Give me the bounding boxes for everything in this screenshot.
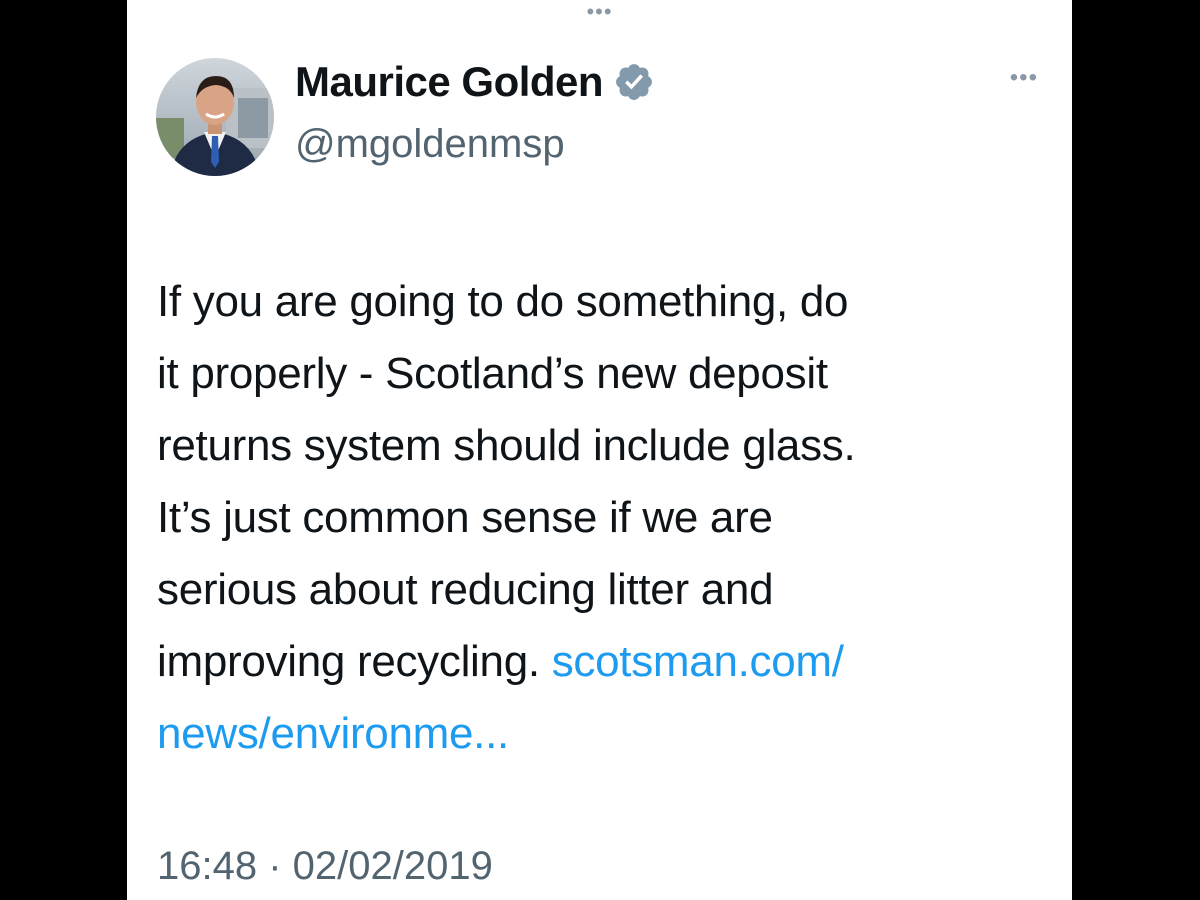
- author-handle[interactable]: @mgoldenmsp: [295, 118, 565, 170]
- tweet-line: improving recycling. scotsman.com/: [157, 626, 1047, 698]
- tweet-card: ••• Maurice Golden @mgoldenmsp ••• If yo…: [127, 0, 1072, 900]
- article-link[interactable]: scotsman.com/: [552, 637, 844, 686]
- tweet-line: it properly - Scotland’s new deposit: [157, 349, 828, 398]
- article-link-continued[interactable]: news/environme...: [157, 709, 509, 758]
- verified-badge-icon: [613, 61, 655, 103]
- tweet-line: It’s just common sense if we are: [157, 493, 773, 542]
- top-dots-icon: •••: [586, 0, 613, 24]
- author-display-name[interactable]: Maurice Golden: [295, 54, 604, 110]
- tweet-line: serious about reducing litter and: [157, 565, 774, 614]
- tweet-line: news/environme...: [157, 698, 1047, 770]
- author-name-row[interactable]: Maurice Golden: [295, 52, 655, 112]
- tweet-line: If you are going to do something, do: [157, 277, 849, 326]
- tweet-timestamp[interactable]: 16:48 · 02/02/2019: [157, 838, 493, 894]
- tweet-line: returns system should include glass.: [157, 421, 856, 470]
- tweet-body: If you are going to do something, do it …: [157, 266, 1047, 770]
- avatar[interactable]: [156, 58, 274, 176]
- tweet-line-text: improving recycling.: [157, 637, 552, 686]
- more-options-icon[interactable]: •••: [1010, 64, 1038, 92]
